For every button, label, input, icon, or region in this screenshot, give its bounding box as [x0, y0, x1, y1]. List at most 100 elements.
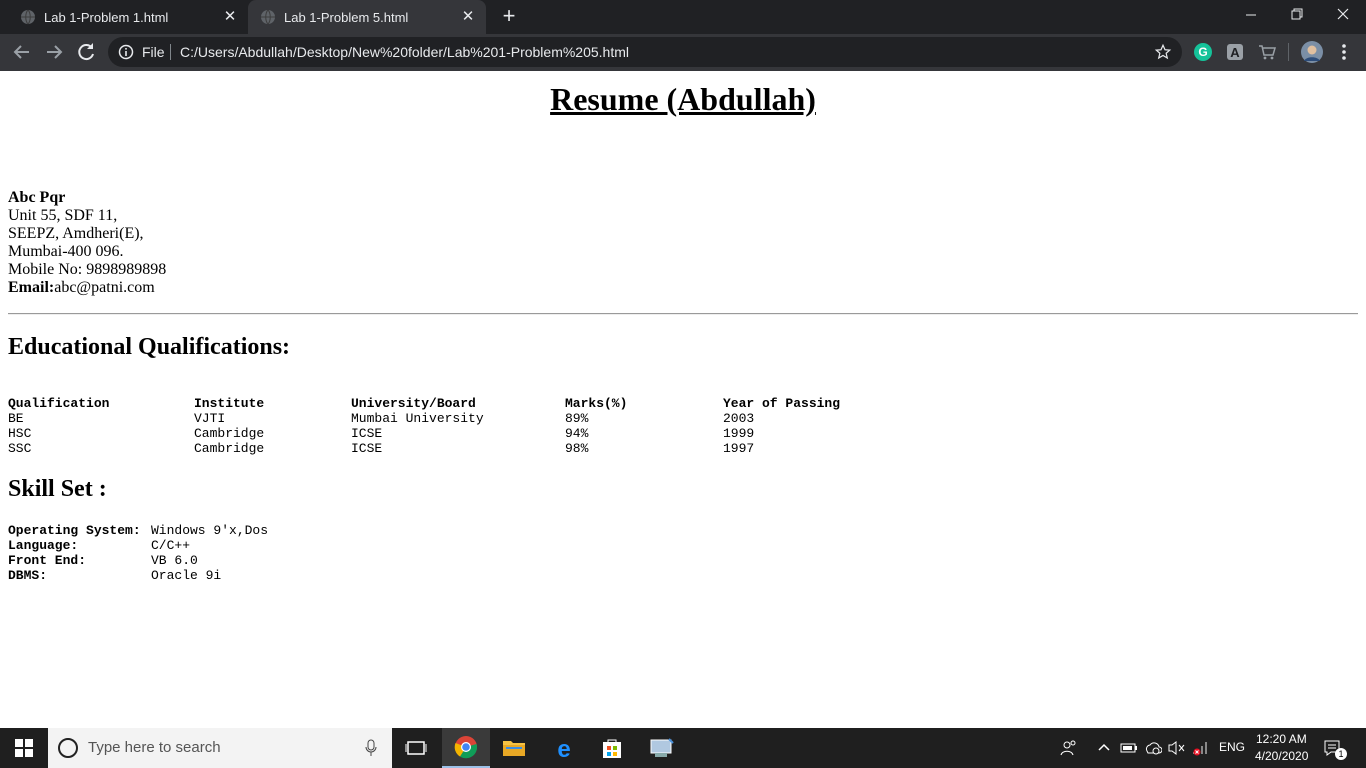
address-line: Unit 55, SDF 11,	[8, 207, 118, 224]
file-explorer-button[interactable]	[490, 728, 538, 768]
globe-icon	[261, 9, 275, 25]
table-cell: VJTI	[194, 411, 226, 426]
column-header: Qualification	[8, 396, 110, 411]
minimize-button[interactable]	[1228, 0, 1274, 30]
column-header: Marks(%)	[565, 396, 628, 411]
tab-title: Lab 1-Problem 1.html	[44, 9, 169, 25]
skill-value: Oracle 9i	[151, 568, 222, 583]
grammarly-icon[interactable]: G	[1193, 42, 1213, 62]
skill-key: Operating System:	[8, 523, 141, 538]
start-button[interactable]	[0, 728, 48, 768]
address-line: Mumbai-400 096.	[8, 243, 124, 260]
info-icon[interactable]	[118, 44, 134, 60]
close-icon	[1337, 8, 1349, 20]
table-cell: 1999	[723, 426, 755, 441]
edge-button[interactable]: e	[540, 728, 588, 768]
profile-avatar[interactable]	[1301, 41, 1323, 63]
column-header: Institute	[194, 396, 265, 411]
browser-toolbar: File C:/Users/Abdullah/Desktop/New%20fol…	[0, 34, 1366, 71]
page-title: Resume (Abdullah)	[550, 81, 816, 117]
search-circle-icon	[58, 738, 78, 758]
onedrive-sync-icon[interactable]	[1144, 740, 1162, 756]
skill-key: Front End:	[8, 553, 87, 568]
tab-title: Lab 1-Problem 5.html	[284, 9, 409, 25]
education-heading: Educational Qualifications:	[8, 334, 291, 360]
battery-icon[interactable]	[1120, 741, 1138, 755]
close-tab-icon[interactable]: ✕	[460, 9, 476, 25]
store-icon	[603, 739, 621, 758]
chevron-up-icon[interactable]	[1097, 741, 1111, 755]
chrome-taskbar-button[interactable]	[442, 728, 490, 768]
url-text[interactable]: C:/Users/Abdullah/Desktop/New%20folder/L…	[180, 44, 629, 60]
extension-a-icon[interactable]: A	[1225, 42, 1245, 62]
menu-kebab-icon[interactable]	[1334, 42, 1354, 62]
notification-badge: 1	[1335, 748, 1347, 760]
table-cell: 89%	[565, 411, 589, 426]
cart-icon[interactable]	[1257, 42, 1277, 62]
search-placeholder: Type here to search	[88, 739, 221, 756]
network-app-button[interactable]	[638, 728, 686, 768]
globe-icon	[21, 9, 35, 25]
task-view-button[interactable]	[392, 728, 440, 768]
language-indicator[interactable]: ENG	[1219, 740, 1245, 754]
network-disconnected-icon[interactable]	[1191, 740, 1209, 756]
restore-button[interactable]	[1274, 0, 1320, 30]
skill-key: Language:	[8, 538, 79, 553]
chrome-icon	[454, 736, 478, 759]
table-cell: 98%	[565, 441, 589, 456]
windows-taskbar: Type here to search e ENG 12:20 AM 4/20/…	[0, 728, 1366, 768]
scheme-label: File	[142, 44, 165, 60]
web-page: Resume (Abdullah) Abc Pqr Unit 55, SDF 1…	[0, 71, 1366, 728]
close-window-button[interactable]	[1320, 0, 1366, 30]
address-block: Abc Pqr Unit 55, SDF 11, SEEPZ, Amdheri(…	[8, 189, 166, 297]
taskbar-search-input[interactable]: Type here to search	[48, 728, 392, 768]
skill-key: DBMS:	[8, 568, 48, 583]
svg-text:e: e	[557, 736, 570, 760]
mobile-number: Mobile No: 9898989898	[8, 261, 167, 278]
svg-text:G: G	[1198, 45, 1207, 59]
table-cell: SSC	[8, 441, 32, 456]
contact-name: Abc Pqr	[8, 189, 66, 206]
address-line: SEEPZ, Amdheri(E),	[8, 225, 144, 242]
table-cell: Cambridge	[194, 426, 265, 441]
table-cell: ICSE	[351, 426, 383, 441]
tab-strip: Lab 1-Problem 1.html ✕ Lab 1-Problem 5.h…	[0, 0, 1366, 34]
people-icon[interactable]	[1060, 739, 1078, 757]
minimize-icon	[1246, 14, 1256, 16]
table-cell: 94%	[565, 426, 589, 441]
forward-icon[interactable]	[42, 40, 66, 64]
edge-icon: e	[557, 736, 570, 760]
clock-date[interactable]: 4/20/2020	[1255, 749, 1308, 763]
skill-value: Windows 9'x,Dos	[151, 523, 269, 538]
task-view-icon	[405, 741, 427, 755]
reload-icon[interactable]	[74, 40, 98, 64]
new-tab-button[interactable]: +	[498, 5, 520, 28]
volume-muted-icon[interactable]	[1167, 740, 1185, 756]
clock-time[interactable]: 12:20 AM	[1256, 732, 1307, 746]
microphone-icon[interactable]	[364, 739, 378, 757]
table-cell: 2003	[723, 411, 755, 426]
divider	[170, 44, 171, 60]
skill-value: VB 6.0	[151, 553, 198, 568]
restore-icon	[1291, 8, 1303, 20]
address-bar[interactable]: File C:/Users/Abdullah/Desktop/New%20fol…	[108, 37, 1182, 67]
close-tab-icon[interactable]: ✕	[222, 9, 238, 25]
table-cell: Mumbai University	[351, 411, 484, 426]
table-cell: BE	[8, 411, 24, 426]
email-label: Email:	[8, 279, 55, 296]
svg-text:A: A	[1230, 45, 1240, 60]
back-icon[interactable]	[10, 40, 34, 64]
store-button[interactable]	[588, 728, 636, 768]
horizontal-rule	[8, 313, 1358, 315]
windows-logo-icon	[15, 739, 33, 757]
bookmark-star-icon[interactable]	[1154, 43, 1172, 61]
browser-tab-active[interactable]: Lab 1-Problem 5.html ✕	[248, 0, 486, 34]
table-cell: HSC	[8, 426, 32, 441]
table-cell: ICSE	[351, 441, 383, 456]
table-cell: 1997	[723, 441, 755, 456]
column-header: University/Board	[351, 396, 476, 411]
skills-heading: Skill Set :	[8, 476, 107, 502]
column-header: Year of Passing	[723, 396, 841, 411]
browser-tab[interactable]: Lab 1-Problem 1.html ✕	[8, 0, 248, 34]
folder-icon	[503, 741, 525, 756]
